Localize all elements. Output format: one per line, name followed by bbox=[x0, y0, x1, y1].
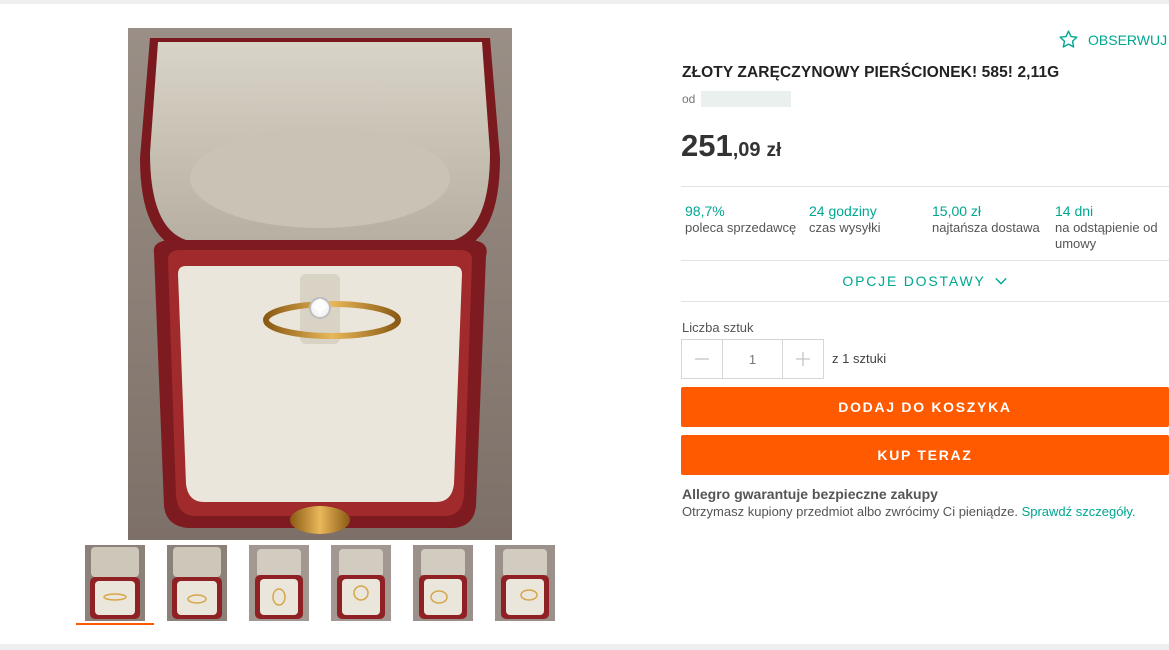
thumbnail-3[interactable] bbox=[240, 545, 318, 625]
stat-value: 24 godziny bbox=[809, 203, 877, 219]
stat-cheapest-delivery: 15,00 zł najtańsza dostawa bbox=[932, 202, 1050, 236]
thumbnail-1[interactable] bbox=[76, 545, 154, 625]
add-to-cart-button[interactable]: DODAJ DO KOSZYKA bbox=[681, 387, 1169, 427]
stat-label: czas wysyłki bbox=[809, 220, 881, 235]
price-currency: zł bbox=[766, 140, 782, 161]
stat-return-period: 14 dni na odstąpienie od umowy bbox=[1055, 202, 1169, 252]
buy-now-button[interactable]: KUP TERAZ bbox=[681, 435, 1169, 475]
stat-label: poleca sprzedawcę bbox=[685, 220, 797, 235]
stat-value: 14 dni bbox=[1055, 203, 1094, 219]
quantity-available: z 1 sztuki bbox=[832, 351, 887, 366]
quantity-input[interactable]: 1 bbox=[722, 340, 783, 378]
increment-button[interactable] bbox=[783, 340, 823, 378]
offer-card: OBSERWUJ ZŁOTY ZARĘCZYNOWY PIERŚCIONEK! … bbox=[0, 4, 1169, 644]
guarantee-heading: Allegro gwarantuje bezpieczne zakupy bbox=[682, 486, 938, 502]
quantity-stepper: 1 bbox=[681, 339, 824, 379]
stat-shipping-time: 24 godziny czas wysyłki bbox=[809, 202, 927, 236]
stat-label: najtańsza dostawa bbox=[932, 220, 1040, 235]
decrement-button[interactable] bbox=[682, 340, 722, 378]
seller-prefix: od bbox=[682, 92, 696, 106]
stat-label: na odstąpienie od umowy bbox=[1055, 220, 1158, 251]
follow-button[interactable]: OBSERWUJ bbox=[1058, 29, 1167, 50]
stat-value: 15,00 zł bbox=[932, 203, 982, 219]
minus-icon bbox=[695, 358, 709, 360]
seller-name-redacted[interactable] bbox=[701, 91, 792, 107]
price-integer: 251 bbox=[681, 128, 733, 163]
follow-label: OBSERWUJ bbox=[1088, 31, 1168, 48]
star-icon bbox=[1059, 30, 1078, 48]
ring-in-box-image bbox=[128, 28, 512, 540]
quantity-label: Liczba sztuk bbox=[682, 320, 754, 335]
thumbnail-4[interactable] bbox=[322, 545, 400, 625]
seller-line: od bbox=[682, 91, 792, 107]
stat-recommend: 98,7% poleca sprzedawcę bbox=[685, 202, 803, 236]
guarantee-details-link[interactable]: Sprawdź szczegóły. bbox=[1022, 504, 1136, 519]
offer-stats: 98,7% poleca sprzedawcę 24 godziny czas … bbox=[681, 186, 1169, 261]
thumbnail-6[interactable] bbox=[486, 545, 564, 625]
delivery-options-toggle[interactable]: OPCJE DOSTAWY bbox=[681, 261, 1169, 302]
product-title: ZŁOTY ZARĘCZYNOWY PIERŚCIONEK! 585! 2,11… bbox=[682, 64, 1060, 81]
chevron-down-icon bbox=[994, 277, 1007, 285]
price: 251,09 zł bbox=[681, 128, 781, 164]
guarantee-text: Otrzymasz kupiony przedmiot albo zwrócim… bbox=[682, 504, 1136, 519]
stat-value: 98,7% bbox=[685, 203, 725, 219]
thumbnail-2[interactable] bbox=[158, 545, 236, 625]
plus-icon bbox=[796, 352, 810, 366]
guarantee-body: Otrzymasz kupiony przedmiot albo zwrócim… bbox=[682, 504, 1022, 519]
delivery-options-label: OPCJE DOSTAWY bbox=[842, 273, 986, 289]
price-decimal: ,09 bbox=[732, 139, 761, 161]
main-product-photo[interactable] bbox=[128, 28, 512, 540]
thumbnail-5[interactable] bbox=[404, 545, 482, 625]
